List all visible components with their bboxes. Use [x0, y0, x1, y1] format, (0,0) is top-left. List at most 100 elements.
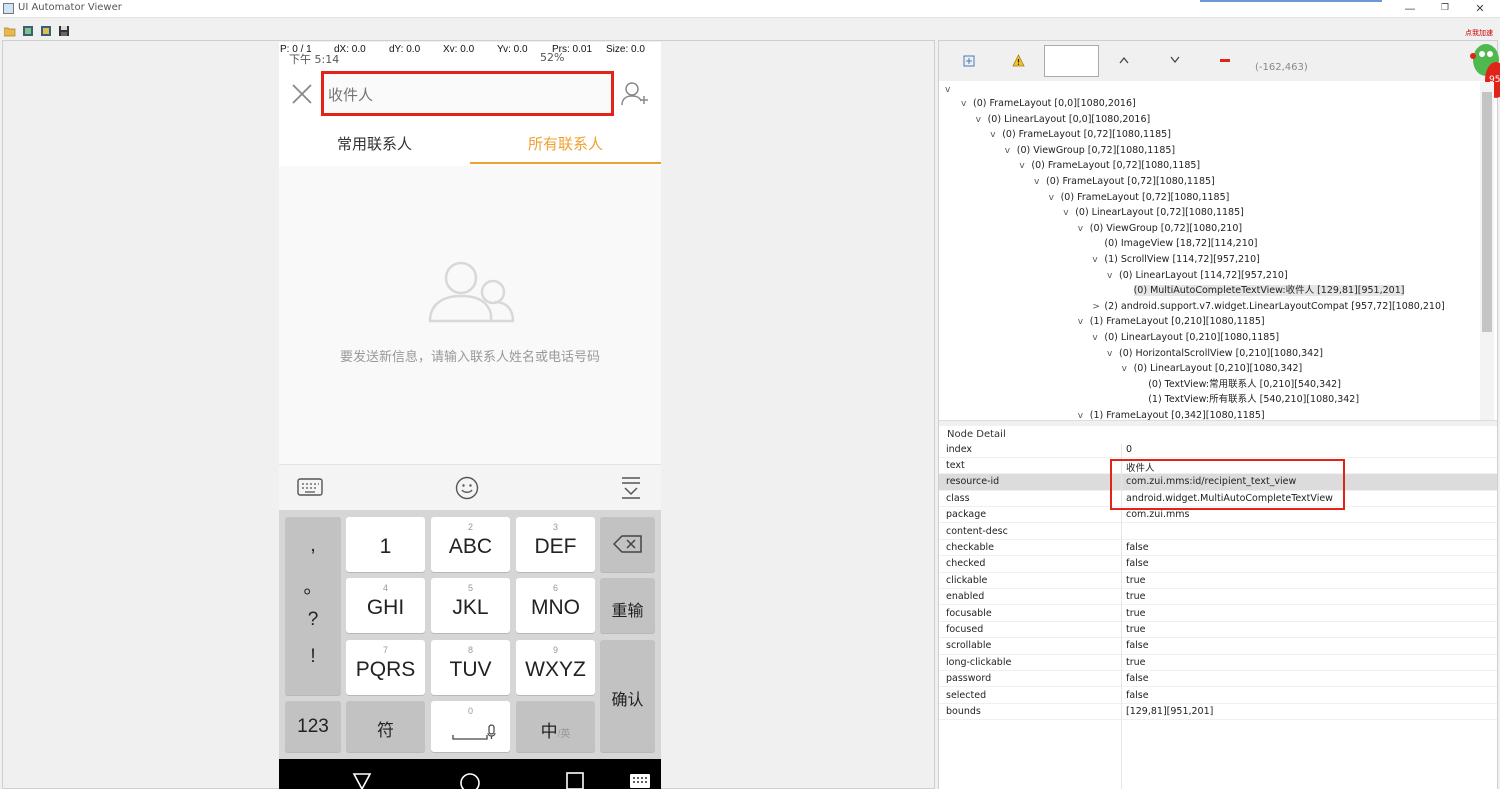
- tree-node-arrow[interactable]: v: [1107, 347, 1119, 362]
- emoji-icon[interactable]: [455, 476, 479, 500]
- tree-node-arrow[interactable]: v: [1092, 331, 1104, 346]
- tree-node[interactable]: v (0) ViewGroup [0,72][1080,1185]: [1005, 143, 1175, 158]
- tree-node-arrow[interactable]: v: [1092, 253, 1104, 268]
- tree-node[interactable]: v (0) FrameLayout [0,72][1080,1185]: [990, 127, 1171, 142]
- key-exclaim[interactable]: !: [285, 646, 341, 668]
- expand-all-icon[interactable]: [963, 55, 975, 67]
- tree-node-arrow[interactable]: v: [1034, 175, 1046, 190]
- tree-node[interactable]: v (1) FrameLayout [0,210][1080,1185]: [1078, 314, 1265, 329]
- key-7[interactable]: 7 PQRS: [346, 640, 425, 695]
- tree-node[interactable]: v (0) FrameLayout [0,0][1080,2016]: [961, 96, 1136, 111]
- tree-node-arrow[interactable]: v: [1122, 362, 1134, 377]
- tree-node-arrow[interactable]: v: [1063, 206, 1075, 221]
- screenshot-compressed-icon[interactable]: [40, 25, 52, 37]
- tree-scrollbar[interactable]: [1480, 82, 1494, 420]
- tree-root-toggle[interactable]: v: [945, 82, 957, 97]
- tree-node-arrow[interactable]: >: [1092, 300, 1104, 315]
- save-icon[interactable]: [58, 25, 70, 37]
- symbol-key[interactable]: 符: [346, 701, 425, 752]
- tab-frequent-contacts[interactable]: 常用联系人: [279, 128, 470, 164]
- hide-keyboard-icon[interactable]: [620, 476, 642, 500]
- tree-node[interactable]: v (0) LinearLayout [0,210][1080,342]: [1122, 361, 1303, 376]
- tree-node-arrow[interactable]: v: [976, 113, 988, 128]
- detail-row[interactable]: long-clickable true: [939, 655, 1497, 672]
- tree-node[interactable]: v (1) ScrollView [114,72][957,210]: [1092, 252, 1259, 267]
- tree-node[interactable]: v (0) FrameLayout [0,72][1080,1185]: [1049, 190, 1230, 205]
- next-result-icon[interactable]: [1170, 56, 1180, 64]
- punctuation-column[interactable]: , 。 ? !: [285, 517, 341, 695]
- tab-all-contacts[interactable]: 所有联系人: [470, 128, 661, 164]
- previous-result-icon[interactable]: [1119, 56, 1129, 64]
- key-3[interactable]: 3 DEF: [516, 517, 595, 572]
- tree-node[interactable]: v (0) LinearLayout [0,72][1080,1185]: [1063, 205, 1244, 220]
- home-nav-icon[interactable]: [459, 772, 481, 794]
- tree-node-arrow[interactable]: v: [1107, 269, 1119, 284]
- detail-row[interactable]: password false: [939, 671, 1497, 688]
- tree-node[interactable]: v (0) LinearLayout [0,210][1080,1185]: [1092, 330, 1279, 345]
- tree-node[interactable]: v (1) FrameLayout [0,342][1080,1185]: [1078, 408, 1265, 420]
- detail-row[interactable]: enabled true: [939, 589, 1497, 606]
- key-1[interactable]: 1: [346, 517, 425, 572]
- detail-row[interactable]: checked false: [939, 556, 1497, 573]
- minimize-button[interactable]: —: [1390, 0, 1430, 18]
- tree-node-arrow[interactable]: v: [1078, 409, 1090, 420]
- tree-node-arrow[interactable]: v: [1049, 191, 1061, 206]
- detail-row[interactable]: checkable false: [939, 540, 1497, 557]
- tree-node[interactable]: v (0) FrameLayout [0,72][1080,1185]: [1019, 158, 1200, 173]
- confirm-key[interactable]: 确认: [600, 640, 655, 752]
- tree-node-arrow[interactable]: v: [1005, 144, 1017, 159]
- key-5[interactable]: 5 JKL: [431, 578, 510, 633]
- key-comma[interactable]: ,: [285, 535, 341, 557]
- key-9[interactable]: 9 WXYZ: [516, 640, 595, 695]
- tree-node[interactable]: v (0) LinearLayout [0,0][1080,2016]: [976, 112, 1151, 127]
- recipient-input[interactable]: [328, 84, 598, 106]
- hierarchy-tree[interactable]: v v (0) FrameLayout [0,0][1080,2016] v (0) L…: [939, 82, 1479, 420]
- detail-row[interactable]: focusable true: [939, 606, 1497, 622]
- tree-scroll-thumb[interactable]: [1482, 92, 1492, 332]
- tree-node[interactable]: v (0) LinearLayout [114,72][957,210]: [1107, 268, 1288, 283]
- detail-row[interactable]: index 0: [939, 442, 1497, 458]
- search-box[interactable]: [1044, 45, 1099, 77]
- tree-node[interactable]: v (0) ViewGroup [0,72][1080,210]: [1078, 221, 1242, 236]
- key-4[interactable]: 4 GHI: [346, 578, 425, 633]
- tree-node[interactable]: (0) TextView:常用联系人 [0,210][540,342]: [1136, 377, 1341, 392]
- maximize-button[interactable]: ❐: [1425, 0, 1465, 18]
- keyboard-nav-icon[interactable]: [629, 773, 651, 789]
- reinput-key[interactable]: 重输: [600, 578, 655, 633]
- space-key[interactable]: 0: [431, 701, 510, 752]
- keyboard-icon[interactable]: [297, 476, 323, 498]
- tree-node-arrow[interactable]: v: [1078, 315, 1090, 330]
- screenshot-icon[interactable]: [22, 25, 34, 37]
- tree-node[interactable]: (1) TextView:所有联系人 [540,210][1080,342]: [1136, 392, 1359, 407]
- num-mode-key[interactable]: 123: [285, 701, 341, 752]
- tree-node-arrow[interactable]: v: [990, 128, 1002, 143]
- tree-node[interactable]: (0) ImageView [18,72][114,210]: [1092, 236, 1257, 251]
- detail-row[interactable]: bounds [129,81][951,201]: [939, 704, 1497, 721]
- add-contact-icon[interactable]: [620, 80, 648, 108]
- tree-node[interactable]: v (0) HorizontalScrollView [0,210][1080,3…: [1107, 346, 1323, 361]
- backspace-key[interactable]: [600, 517, 655, 572]
- close-icon[interactable]: [290, 82, 314, 106]
- detail-row[interactable]: selected false: [939, 688, 1497, 704]
- tree-node[interactable]: v (0) FrameLayout [0,72][1080,1185]: [1034, 174, 1215, 189]
- tree-node-arrow[interactable]: v: [1078, 222, 1090, 237]
- close-button[interactable]: ✕: [1460, 0, 1500, 18]
- key-question[interactable]: ?: [285, 609, 341, 631]
- detail-row[interactable]: focused true: [939, 622, 1497, 639]
- tree-node[interactable]: > (2) android.support.v7.widget.LinearLay…: [1092, 299, 1444, 314]
- back-nav-icon[interactable]: [352, 772, 372, 790]
- clear-search-icon[interactable]: [1220, 59, 1230, 62]
- tree-node-arrow[interactable]: v: [1019, 159, 1031, 174]
- recents-nav-icon[interactable]: [566, 772, 584, 790]
- key-period[interactable]: 。: [285, 572, 341, 599]
- key-2[interactable]: 2 ABC: [431, 517, 510, 572]
- key-6[interactable]: 6 MNO: [516, 578, 595, 633]
- lang-switch-key[interactable]: 中/英: [516, 701, 595, 752]
- tree-node-arrow[interactable]: v: [961, 97, 973, 112]
- detail-row[interactable]: content-desc: [939, 524, 1497, 540]
- open-folder-icon[interactable]: [4, 25, 16, 37]
- detail-row[interactable]: scrollable false: [939, 638, 1497, 655]
- warning-icon[interactable]: [1012, 54, 1025, 67]
- tree-node[interactable]: (0) MultiAutoCompleteTextView:收件人 [129,8…: [1122, 283, 1405, 298]
- detail-row[interactable]: clickable true: [939, 573, 1497, 590]
